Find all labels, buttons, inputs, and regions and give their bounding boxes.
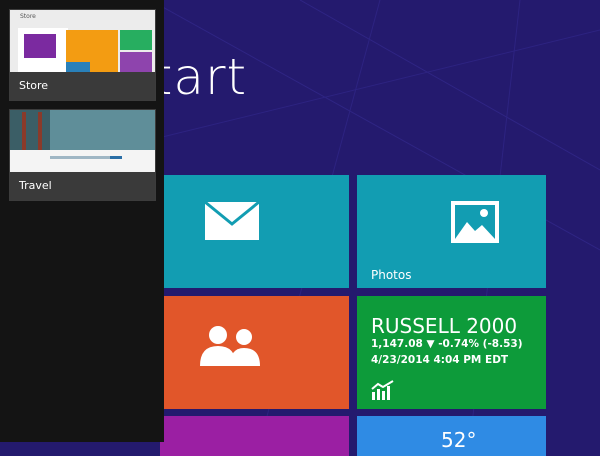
weather-tile[interactable]: 52°: [357, 416, 546, 456]
finance-chart-icon: [371, 380, 394, 400]
finance-timestamp: 4/23/2014 4:04 PM EDT: [371, 354, 509, 366]
people-icon: [200, 326, 260, 366]
mail-icon: [205, 202, 259, 240]
switcher-item-store[interactable]: Store Store: [9, 9, 156, 101]
people-tile[interactable]: [160, 296, 349, 409]
purple-app-tile[interactable]: [160, 416, 349, 456]
store-preview-heading: Store: [20, 13, 36, 20]
finance-tile[interactable]: RUSSELL 2000 1,147.08 ▼ -0.74% (-8.53) 4…: [357, 296, 546, 409]
travel-preview: [10, 110, 155, 172]
switcher-item-travel[interactable]: Travel: [9, 109, 156, 201]
photos-tile-label: Photos: [371, 268, 412, 282]
finance-quote: 1,147.08 ▼ -0.74% (-8.53): [371, 338, 523, 350]
finance-index-name: RUSSELL 2000: [371, 314, 518, 338]
photos-tile[interactable]: Photos: [357, 175, 546, 288]
switcher-item-label: Travel: [10, 172, 155, 200]
app-switcher-panel: Store Store Travel: [0, 0, 164, 442]
weather-temperature: 52°: [441, 428, 477, 452]
store-preview: Store: [10, 10, 155, 72]
mail-tile[interactable]: [160, 175, 349, 288]
switcher-item-label: Store: [10, 72, 155, 100]
photos-icon: [451, 201, 499, 243]
